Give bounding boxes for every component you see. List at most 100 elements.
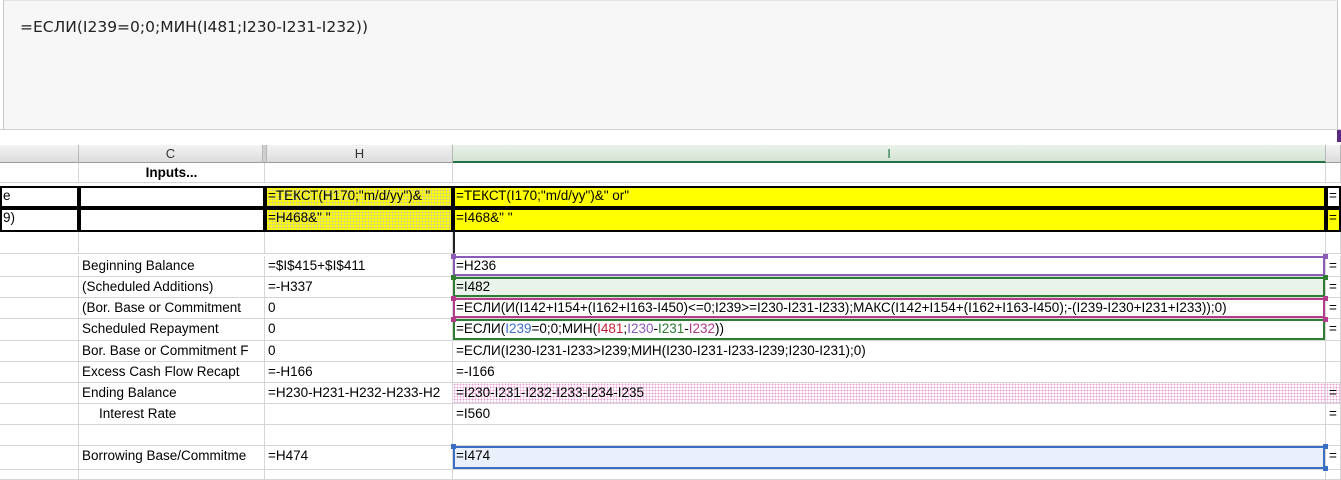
row-bor-base-commitment-f: Bor. Base or Commitment F 0 =ЕСЛИ(I230-I… <box>0 341 1341 362</box>
cell-b-label[interactable]: e <box>0 186 79 208</box>
range-handle-blue[interactable] <box>1323 466 1328 471</box>
formula-bar[interactable]: =ЕСЛИ(I239=0;0;МИН(I481;I230-I231-I232)) <box>3 0 1338 130</box>
range-handle-purple[interactable] <box>451 254 456 259</box>
cell-next[interactable] <box>1326 163 1341 183</box>
cell-c-label[interactable]: Excess Cash Flow Recapt <box>79 362 265 383</box>
cell-c[interactable] <box>79 425 265 446</box>
row-partial <box>0 470 1341 480</box>
cell-c[interactable] <box>79 470 265 480</box>
cell-next[interactable]: = <box>1326 446 1341 470</box>
cell-h-formula[interactable]: =-H337 <box>265 277 453 298</box>
cell-h-label-formula[interactable]: =H468&" " <box>265 208 453 232</box>
cell-i[interactable] <box>453 425 1326 446</box>
range-handle-magenta[interactable] <box>451 296 456 301</box>
cell-next[interactable] <box>1326 425 1341 446</box>
cell-next[interactable]: = <box>1326 383 1341 404</box>
column-header-h[interactable]: H <box>267 145 453 163</box>
cell-b[interactable] <box>0 425 79 446</box>
cell-b[interactable] <box>0 319 79 341</box>
formula-part: =0;0;МИН( <box>531 321 598 336</box>
cell-i-formula[interactable]: =ЕСЛИ(И(I142+I154+(I162+I163-I450)<=0;I2… <box>453 298 1326 319</box>
formula-bar-text[interactable]: =ЕСЛИ(I239=0;0;МИН(I481;I230-I231-I232)) <box>20 18 368 36</box>
cell-c-label[interactable]: Borrowing Base/Commitme <box>79 446 265 470</box>
cell-i[interactable] <box>453 470 1326 480</box>
cell-b-label[interactable]: 9) <box>0 208 79 232</box>
range-handle-blue[interactable] <box>451 444 456 449</box>
cell-i-formula[interactable]: =I230-I231-I232-I233-I234-I235 <box>453 383 1326 404</box>
formula-bar-divider <box>0 129 1341 146</box>
cell-next[interactable]: = <box>1326 277 1341 298</box>
cell-i[interactable] <box>453 232 1326 254</box>
range-handle-magenta[interactable] <box>1323 296 1328 301</box>
cell-h[interactable] <box>265 470 453 480</box>
cell-i-formula[interactable]: =I482 <box>453 277 1326 298</box>
column-header-prev[interactable] <box>0 145 79 163</box>
cell-b[interactable] <box>0 232 79 254</box>
cell-next[interactable] <box>1326 470 1341 480</box>
cell-b[interactable] <box>0 163 79 183</box>
cell-i-formula[interactable]: =I474 <box>453 446 1326 470</box>
cell-next[interactable] <box>1326 341 1341 362</box>
cell-h[interactable] <box>265 232 453 254</box>
ref-i230: I230 <box>627 321 654 336</box>
cell-c-label[interactable]: Ending Balance <box>79 383 265 404</box>
cell-h-value[interactable]: 0 <box>265 319 453 341</box>
cell-next[interactable]: = <box>1326 404 1341 425</box>
cell-b[interactable] <box>0 404 79 425</box>
column-header-next[interactable] <box>1326 145 1341 163</box>
cell-next[interactable]: = <box>1326 186 1341 208</box>
cell-b[interactable] <box>0 362 79 383</box>
cell-b[interactable] <box>0 383 79 404</box>
column-header-c[interactable]: C <box>79 145 263 163</box>
cell-c[interactable] <box>79 186 265 208</box>
cell-c-label[interactable]: Scheduled Repayment <box>79 319 265 341</box>
cell-c-label[interactable]: (Scheduled Additions) <box>79 277 265 298</box>
range-handle-green[interactable] <box>1323 275 1328 280</box>
cell-next[interactable]: = <box>1326 208 1341 232</box>
cell-b[interactable] <box>0 341 79 362</box>
cell-h-formula[interactable]: =H230-H231-H232-H233-H2 <box>265 383 453 404</box>
cell-c-label[interactable]: Beginning Balance <box>79 256 265 277</box>
range-handle-magenta[interactable] <box>1323 317 1328 322</box>
cell-c[interactable] <box>79 208 265 232</box>
active-cell-i-formula[interactable]: =ЕСЛИ(I239=0;0;МИН(I481;I230-I231-I232)) <box>453 319 1326 341</box>
cell-b[interactable] <box>0 256 79 277</box>
row-inputs: Inputs... <box>0 163 1341 183</box>
cell-i-label-formula[interactable]: =I468&" " <box>453 208 1326 232</box>
cell-b[interactable] <box>0 277 79 298</box>
cell-h[interactable] <box>265 163 453 183</box>
range-handle-blue[interactable] <box>1323 444 1328 449</box>
cell-next[interactable]: = <box>1326 319 1341 341</box>
cell-i-formula[interactable]: =ЕСЛИ(I230-I231-I233>I239;МИН(I230-I231-… <box>453 341 1326 362</box>
cell-i-formula[interactable]: =I560 <box>453 404 1326 425</box>
cell-next[interactable]: = <box>1326 298 1341 319</box>
cell-i-date-formula[interactable]: =ТЕКСТ(I170;"m/d/yy")&" or" <box>453 186 1326 208</box>
cell-h-date-formula[interactable]: =ТЕКСТ(H170;"m/d/yy")& " <box>265 186 453 208</box>
column-header-i[interactable]: I <box>453 145 1326 163</box>
cell-h-formula[interactable]: =-H166 <box>265 362 453 383</box>
cell-h-formula[interactable]: =$I$415+$I$411 <box>265 256 453 277</box>
cell-c[interactable] <box>79 232 265 254</box>
cell-b[interactable] <box>0 298 79 319</box>
cell-next[interactable]: = <box>1326 256 1341 277</box>
cell-h-value[interactable]: 0 <box>265 298 453 319</box>
cell-i-formula[interactable]: =H236 <box>453 256 1326 277</box>
cell-i[interactable] <box>453 163 1326 183</box>
range-handle-purple[interactable] <box>1323 254 1328 259</box>
cell-next[interactable] <box>1326 362 1341 383</box>
cell-c-inputs[interactable]: Inputs... <box>79 163 265 183</box>
cell-next[interactable] <box>1326 232 1341 254</box>
cell-h[interactable] <box>265 425 453 446</box>
cell-c-label[interactable]: Bor. Base or Commitment F <box>79 341 265 362</box>
range-handle-green[interactable] <box>451 275 456 280</box>
cell-h[interactable] <box>265 404 453 425</box>
cell-i-formula[interactable]: =-I166 <box>453 362 1326 383</box>
cell-b[interactable] <box>0 446 79 470</box>
spreadsheet-grid[interactable]: C H I Inputs... e =ТЕКСТ(H170;"m/d/yy")&… <box>0 145 1341 480</box>
cell-b[interactable] <box>0 470 79 480</box>
cell-h-value[interactable]: 0 <box>265 341 453 362</box>
range-handle-magenta[interactable] <box>451 317 456 322</box>
cell-c-label[interactable]: Interest Rate <box>79 404 265 425</box>
cell-h-formula[interactable]: =H474 <box>265 446 453 470</box>
cell-c-label[interactable]: (Bor. Base or Commitment <box>79 298 265 319</box>
